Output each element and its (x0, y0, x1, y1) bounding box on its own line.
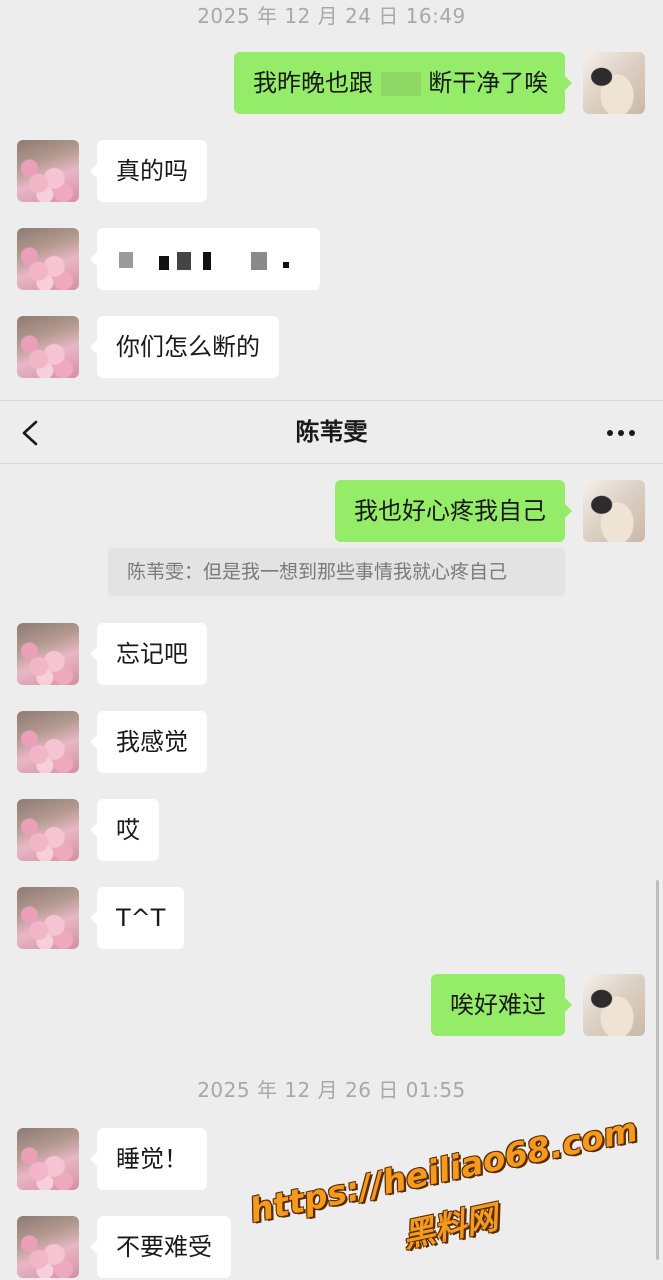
watermark-name: 黑料网 (399, 1197, 502, 1256)
contact-avatar[interactable] (17, 711, 79, 773)
contact-avatar[interactable] (17, 316, 79, 378)
censor-mosaic (283, 262, 289, 268)
incoming-message-censored[interactable] (90, 228, 320, 290)
incoming-message[interactable]: 真的吗 (90, 140, 207, 202)
censor-mosaic (380, 72, 421, 96)
message-text: 我昨晚也跟 (253, 69, 373, 97)
my-avatar[interactable] (583, 480, 645, 542)
contact-avatar[interactable] (17, 623, 79, 685)
incoming-message[interactable]: 不要难受 (90, 1216, 231, 1278)
incoming-message[interactable]: 你们怎么断的 (90, 316, 279, 378)
incoming-message[interactable]: 睡觉！ (90, 1128, 207, 1190)
contact-avatar[interactable] (17, 1128, 79, 1190)
censor-mosaic (177, 252, 191, 270)
more-dots-icon[interactable] (605, 421, 637, 445)
censor-mosaic (203, 252, 211, 270)
censor-mosaic (119, 252, 133, 268)
contact-avatar[interactable] (17, 799, 79, 861)
chat-nav-bar: 陈苇雯 (0, 400, 663, 464)
my-avatar[interactable] (583, 974, 645, 1036)
outgoing-message[interactable]: 我也好心疼我自己 (335, 480, 572, 542)
my-avatar[interactable] (583, 52, 645, 114)
contact-avatar[interactable] (17, 1216, 79, 1278)
incoming-message[interactable]: 忘记吧 (90, 623, 207, 685)
chat-title: 陈苇雯 (295, 418, 368, 446)
incoming-message[interactable]: 哎 (90, 799, 159, 861)
contact-avatar[interactable] (17, 140, 79, 202)
timestamp: 2025 年 12 月 26 日 01:55 (197, 1078, 466, 1102)
scrollbar[interactable] (656, 880, 659, 1260)
quoted-message[interactable]: 陈苇雯：但是我一想到那些事情我就心疼自己 (108, 548, 565, 596)
incoming-message[interactable]: T^T (89, 887, 185, 949)
contact-avatar[interactable] (17, 228, 79, 290)
censor-mosaic (251, 252, 267, 270)
message-text: 断干净了唉 (428, 69, 549, 97)
incoming-message[interactable]: 我感觉 (90, 711, 207, 773)
contact-avatar[interactable] (17, 887, 79, 949)
censor-mosaic (159, 256, 169, 270)
timestamp: 2025 年 12 月 24 日 16:49 (197, 4, 466, 28)
outgoing-message[interactable]: 唉好难过 (431, 974, 572, 1036)
outgoing-message[interactable]: 我昨晚也跟 断干净了唉 (234, 52, 572, 114)
